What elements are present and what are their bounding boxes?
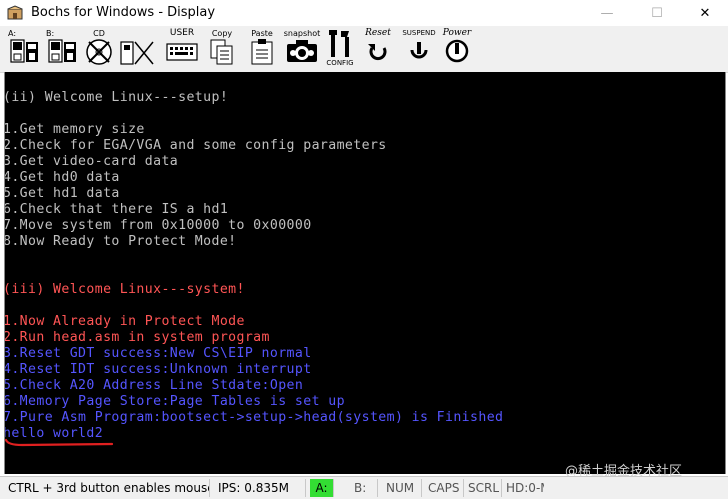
console-line: 1.Now Already in Protect Mode [4,314,245,329]
window-title: Bochs for Windows - Display [31,5,216,20]
floppy-drive-icon [10,39,38,63]
floppy-a-label: A: [8,29,17,38]
power-button[interactable]: Power [440,29,474,69]
reset-button[interactable]: Reset [361,29,395,69]
suspend-button[interactable]: SUSPEND [400,29,438,69]
console-line: 3.Reset GDT success:New CS\EIP normal [4,346,312,361]
copy-button[interactable]: Copy [206,29,238,69]
usb-storage-button[interactable] [118,29,156,69]
minimize-icon: — [600,5,614,21]
keyboard-icon [166,43,198,61]
status-ips: IPS: 0.835M [214,479,306,497]
console-line: (iii) Welcome Linux---system! [4,282,245,297]
maximize-icon: ☐ [651,5,663,21]
console-line: 6.Check that there IS a hd1 [4,202,229,217]
paste-icon [251,39,273,65]
status-bar: CTRL + 3rd button enables mouse IPS: 0.8… [0,476,728,499]
emulator-display[interactable]: (ii) Welcome Linux---setup! 1.Get memory … [4,72,726,474]
title-bar: Bochs for Windows - Display — ☐ ✕ [0,0,728,26]
bochs-app-icon [7,5,23,20]
console-line: 7.Pure Asm Program:bootsect->setup->head… [4,410,504,425]
user-button[interactable]: USER [164,29,200,69]
config-button[interactable]: CONFIG [324,29,356,69]
floppy-b-label: B: [46,29,55,38]
config-label: CONFIG [326,59,354,67]
close-button[interactable]: ✕ [682,0,728,26]
usb-drive-icon [120,41,154,65]
paste-label: Paste [251,29,273,38]
floppy-a-button[interactable]: A: [8,29,42,69]
console-line: 3.Get video-card data [4,154,179,169]
reset-arrow-icon [368,44,387,61]
floppy-drive-icon [48,39,76,63]
status-led-num: NUM [382,479,422,497]
suspend-label: SUSPEND [402,29,436,37]
config-tools-icon [329,30,349,57]
console-line: 2.Check for EGA/VGA and some config para… [4,138,387,153]
paste-button[interactable]: Paste [246,29,278,69]
console-line: 6.Memory Page Store:Page Tables is set u… [4,394,345,409]
console-line: 5.Get hd1 data [4,186,120,201]
snapshot-button[interactable]: snapshot [283,29,321,69]
suspend-icon [410,42,428,59]
reset-label: Reset [365,28,391,38]
console-line: 1.Get memory size [4,122,145,137]
cdrom-button[interactable]: CD [84,29,114,69]
power-icon [445,39,469,63]
maximize-button[interactable]: ☐ [634,0,680,26]
close-icon: ✕ [699,5,711,21]
console-line: 7.Move system from 0x10000 to 0x00000 [4,218,312,233]
status-mouse-hint: CTRL + 3rd button enables mouse [4,479,210,497]
status-led-hd: HD:0-M [506,481,544,495]
status-led-caps: CAPS [424,479,464,497]
snapshot-label: snapshot [283,29,321,38]
cdrom-icon [86,39,112,65]
console-line: 4.Reset IDT success:Unknown interrupt [4,362,312,377]
console-line: 8.Now Ready to Protect Mode! [4,234,237,249]
cdrom-label: CD [93,29,105,38]
floppy-b-button[interactable]: B: [46,29,80,69]
red-underline-annotation [4,438,114,447]
console-line: 4.Get hd0 data [4,170,120,185]
copy-icon [210,39,233,65]
bochs-toolbar: A: B: CD USER Copy Paste snapshot CONFIG… [0,26,728,73]
console-line: (ii) Welcome Linux---setup! [4,90,229,105]
camera-icon [287,40,317,62]
user-label: USER [169,28,195,38]
minimize-button[interactable]: — [584,0,630,26]
console-line: 2.Run head.asm in system program [4,330,270,345]
status-led-floppy-b: B: [350,479,378,497]
status-led-floppy-a: A: [310,479,334,497]
console-line: 5.Check A20 Address Line Stdate:Open [4,378,304,393]
copy-label: Copy [211,29,233,38]
status-led-scrl: SCRL [464,479,502,497]
power-label: Power [442,28,472,38]
